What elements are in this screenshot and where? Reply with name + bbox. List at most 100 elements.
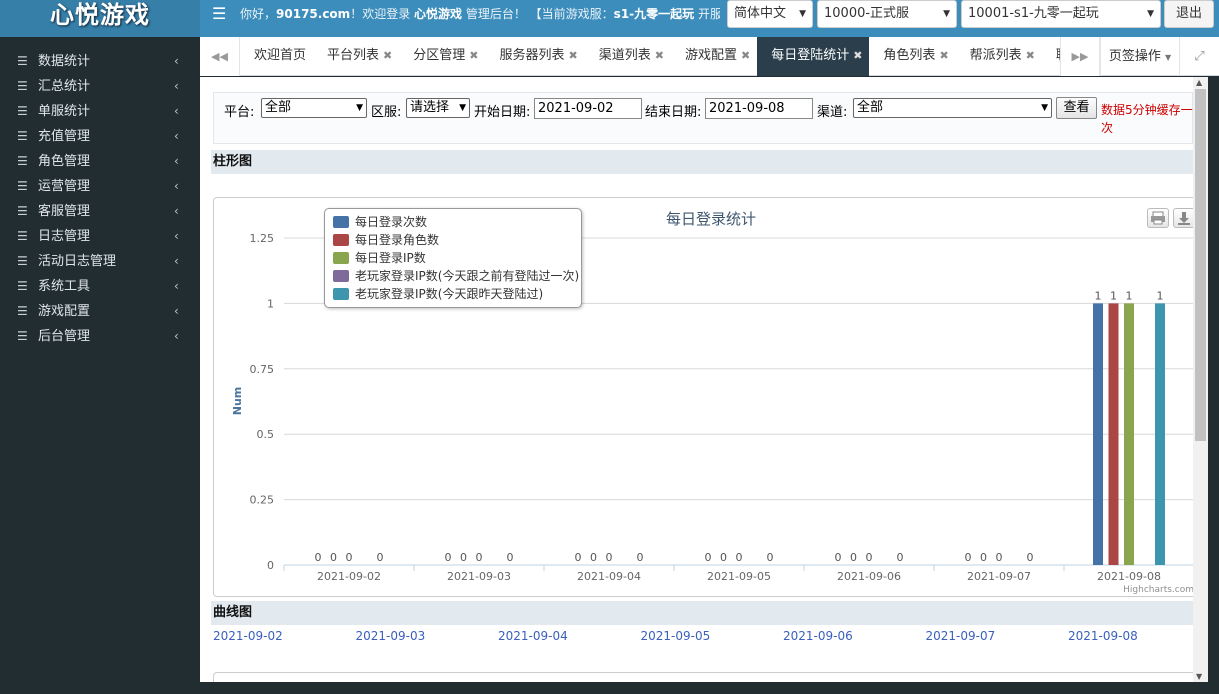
bar xyxy=(1124,303,1134,565)
tab-scroll-right-icon[interactable]: ▶▶ xyxy=(1060,37,1100,76)
chevron-left-icon: ‹ xyxy=(174,254,179,268)
legend-item[interactable]: 每日登录IP数 xyxy=(333,249,581,267)
data-label: 0 xyxy=(575,551,582,564)
chevron-left-icon: ‹ xyxy=(174,179,179,193)
sidebar-item[interactable]: ☰ 活动日志管理 ‹ xyxy=(0,249,200,274)
data-label: 0 xyxy=(705,551,712,564)
tab-scroll-left-icon[interactable]: ◀◀ xyxy=(200,37,240,76)
current-server: s1-九零一起玩 xyxy=(613,7,695,21)
sidebar-item[interactable]: ☰ 系统工具 ‹ xyxy=(0,274,200,299)
data-label: 0 xyxy=(866,551,873,564)
legend-label: 老玩家登录IP数(今天跟之前有登陆过一次) xyxy=(355,269,580,283)
legend-item[interactable]: 每日登录角色数 xyxy=(333,231,581,249)
tab-item[interactable]: 渠道列表 ✖ xyxy=(585,37,671,76)
scrollbar-thumb[interactable] xyxy=(1195,89,1206,441)
legend-item[interactable]: 老玩家登录IP数(今天跟之前有登陆过一次) xyxy=(333,267,581,285)
data-label: 0 xyxy=(315,551,322,564)
data-label: 0 xyxy=(965,551,972,564)
close-icon[interactable]: ✖ xyxy=(1026,49,1035,62)
menu-lines-icon: ☰ xyxy=(17,154,28,168)
bar xyxy=(1108,303,1119,565)
tab-item[interactable]: 服务器列表 ✖ xyxy=(485,37,584,76)
tab-item[interactable]: 分区管理 ✖ xyxy=(399,37,485,76)
data-label: 0 xyxy=(346,551,353,564)
data-label: 0 xyxy=(590,551,597,564)
fullscreen-icon[interactable]: ⤢ xyxy=(1180,37,1219,76)
data-label: 0 xyxy=(330,551,337,564)
menu-lines-icon: ☰ xyxy=(17,129,28,143)
content-scrollbar[interactable]: ▲ ▼ xyxy=(1193,77,1208,682)
scroll-up-icon[interactable]: ▲ xyxy=(1196,78,1206,87)
close-icon[interactable]: ✖ xyxy=(569,49,578,62)
close-icon[interactable]: ✖ xyxy=(383,49,392,62)
language-select[interactable]: 简体中文 ▼ xyxy=(727,0,813,28)
scroll-down-icon[interactable]: ▼ xyxy=(1196,672,1206,681)
platform-value: 全部 xyxy=(265,100,292,115)
sidebar: ☰ 数据统计 ‹ ☰ 汇总统计 ‹ ☰ 单服统计 ‹ ☰ 充值管理 ‹ ☰ 角色管理 ‹ ☰ 运营管理 ‹ ☰ 客服管… xyxy=(0,37,200,694)
platform-select[interactable]: 全部 ▼ xyxy=(261,98,367,118)
line-chart-date: 2021-09-04 xyxy=(498,629,568,643)
query-button[interactable]: 查看 xyxy=(1056,97,1097,119)
data-label: 0 xyxy=(996,551,1003,564)
chevron-left-icon: ‹ xyxy=(174,104,179,118)
tab-item[interactable]: 平台列表 ✖ xyxy=(313,37,399,76)
tab-operations-dropdown[interactable]: 页签操作 ▼ xyxy=(1100,37,1180,76)
legend-label: 每日登录IP数 xyxy=(355,251,426,265)
tab-label: 帮派列表 xyxy=(969,48,1022,63)
sidebar-item[interactable]: ☰ 游戏配置 ‹ xyxy=(0,299,200,324)
download-icon[interactable] xyxy=(1173,208,1195,228)
tab-item[interactable]: 每日登陆统计 ✖ xyxy=(757,37,870,76)
sidebar-item[interactable]: ☰ 日志管理 ‹ xyxy=(0,224,200,249)
tab-label: 渠道列表 xyxy=(598,48,651,63)
chevron-down-icon: ▼ xyxy=(356,103,363,113)
chevron-down-icon: ▼ xyxy=(1147,9,1154,19)
tab-item[interactable]: 角色列表 ✖ xyxy=(869,37,955,76)
close-icon[interactable]: ✖ xyxy=(741,49,750,62)
tab-item[interactable]: 欢迎首页 xyxy=(240,37,313,76)
game-server-select[interactable]: 10001-s1-九零一起玩 ▼ xyxy=(961,0,1161,28)
legend-item[interactable]: 老玩家登录IP数(今天跟昨天登陆过) xyxy=(333,285,581,303)
tab-item[interactable]: 聊天 xyxy=(1042,37,1060,76)
data-label: 0 xyxy=(476,551,483,564)
sidebar-item[interactable]: ☰ 后台管理 ‹ xyxy=(0,324,200,349)
sidebar-item[interactable]: ☰ 单服统计 ‹ xyxy=(0,99,200,124)
close-icon[interactable]: ✖ xyxy=(853,49,862,62)
channel-select[interactable]: 全部 ▼ xyxy=(853,98,1052,118)
close-icon[interactable]: ✖ xyxy=(939,49,948,62)
data-label: 0 xyxy=(736,551,743,564)
platform-label: 平台: xyxy=(224,105,255,120)
menu-toggle-icon[interactable]: ☰ xyxy=(212,4,226,23)
start-date-input[interactable]: 2021-09-02 xyxy=(534,98,642,119)
logout-button[interactable]: 退出 xyxy=(1164,0,1214,28)
tab-item[interactable]: 游戏配置 ✖ xyxy=(671,37,757,76)
sidebar-item[interactable]: ☰ 客服管理 ‹ xyxy=(0,199,200,224)
menu-lines-icon: ☰ xyxy=(17,329,28,343)
end-date-input[interactable]: 2021-09-08 xyxy=(705,98,813,119)
data-label: 0 xyxy=(377,551,384,564)
line-chart-date: 2021-09-05 xyxy=(640,629,711,643)
menu-lines-icon: ☰ xyxy=(17,104,28,118)
zone-label: 区服: xyxy=(371,105,402,120)
sidebar-item-label: 单服统计 xyxy=(38,104,91,119)
sidebar-item[interactable]: ☰ 数据统计 ‹ xyxy=(0,49,200,74)
x-tick-label: 2021-09-08 xyxy=(1097,570,1161,583)
print-icon[interactable] xyxy=(1147,208,1169,228)
y-tick-label: 0.75 xyxy=(250,363,275,376)
sidebar-item[interactable]: ☰ 充值管理 ‹ xyxy=(0,124,200,149)
tab-item[interactable]: 帮派列表 ✖ xyxy=(956,37,1042,76)
close-icon[interactable]: ✖ xyxy=(655,49,664,62)
main-content: 平台: 全部 ▼ 区服: 请选择 ▼ 开始日期: 2021-09-02 结束日期: … xyxy=(200,77,1208,682)
sidebar-item[interactable]: ☰ 角色管理 ‹ xyxy=(0,149,200,174)
close-icon[interactable]: ✖ xyxy=(469,49,478,62)
legend-item[interactable]: 每日登录次数 xyxy=(333,213,581,231)
x-tick-label: 2021-09-04 xyxy=(577,570,641,583)
zone-select[interactable]: 请选择 ▼ xyxy=(406,98,470,118)
welcome-site: 90175.com xyxy=(276,7,351,21)
y-tick-label: 1.25 xyxy=(250,232,275,245)
sidebar-item[interactable]: ☰ 汇总统计 ‹ xyxy=(0,74,200,99)
line-chart-dates: 2021-09-02 2021-09-03 2021-09-04 2021-09-05… xyxy=(213,629,1198,647)
chevron-left-icon: ‹ xyxy=(174,129,179,143)
bar xyxy=(1155,303,1165,565)
sidebar-item[interactable]: ☰ 运营管理 ‹ xyxy=(0,174,200,199)
server-group-select[interactable]: 10000-正式服 ▼ xyxy=(817,0,957,28)
